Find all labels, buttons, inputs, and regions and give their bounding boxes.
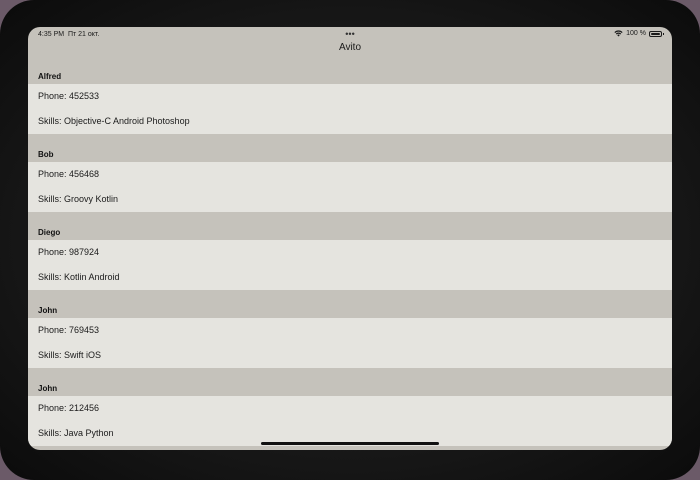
multitask-dots-icon[interactable]: ••• [345, 30, 354, 39]
section-header-name: Diego [38, 228, 61, 237]
section-header-name: Bob [38, 150, 54, 159]
employee-section: John Phone: 212456 Skills: Java Python [28, 377, 672, 450]
phone-row[interactable]: Phone: 769453 [38, 325, 99, 335]
employee-cell-group: Phone: 769453 Skills: Swift iOS [28, 318, 672, 368]
skills-row[interactable]: Skills: Java Python [38, 428, 114, 438]
section-header-name: John [38, 306, 58, 315]
employee-section: John Phone: 769453 Skills: Swift iOS [28, 299, 672, 377]
section-header-name: Alfred [38, 72, 62, 81]
employee-cell-group: Phone: 212456 Skills: Java Python [28, 396, 672, 446]
skills-row[interactable]: Skills: Objective-C Android Photoshop [38, 116, 190, 126]
section-header-name: John [38, 384, 58, 393]
employee-section: Alfred Phone: 452533 Skills: Objective-C… [28, 65, 672, 143]
employee-list[interactable]: Alfred Phone: 452533 Skills: Objective-C… [28, 65, 672, 450]
status-date: Пт 21 окт. [67, 31, 100, 38]
skills-row[interactable]: Skills: Kotlin Android [38, 272, 120, 282]
status-right-group: 100 % [614, 30, 664, 37]
battery-percent: 100 % [626, 30, 646, 37]
skills-row[interactable]: Skills: Swift iOS [38, 350, 101, 360]
tablet-device-frame: 4:35 PM Пт 21 окт. ••• 100 % Avito Alfre… [0, 0, 700, 480]
employee-section: Diego Phone: 987924 Skills: Kotlin Andro… [28, 221, 672, 299]
phone-row[interactable]: Phone: 452533 [38, 91, 99, 101]
app-screen: 4:35 PM Пт 21 окт. ••• 100 % Avito Alfre… [28, 27, 672, 450]
home-indicator[interactable] [261, 442, 439, 445]
page-title: Avito [338, 42, 362, 53]
employee-cell-group: Phone: 456468 Skills: Groovy Kotlin [28, 162, 672, 212]
employee-cell-group: Phone: 452533 Skills: Objective-C Androi… [28, 84, 672, 134]
wifi-icon [614, 30, 623, 37]
battery-icon [649, 30, 664, 37]
employee-cell-group: Phone: 987924 Skills: Kotlin Android [28, 240, 672, 290]
employee-section: Bob Phone: 456468 Skills: Groovy Kotlin [28, 143, 672, 221]
phone-row[interactable]: Phone: 987924 [38, 247, 99, 257]
status-time: 4:35 PM [38, 31, 65, 38]
navigation-bar: Avito [28, 41, 672, 61]
status-time-date: 4:35 PM Пт 21 окт. [38, 31, 99, 38]
phone-row[interactable]: Phone: 212456 [38, 403, 99, 413]
phone-row[interactable]: Phone: 456468 [38, 169, 99, 179]
skills-row[interactable]: Skills: Groovy Kotlin [38, 194, 118, 204]
